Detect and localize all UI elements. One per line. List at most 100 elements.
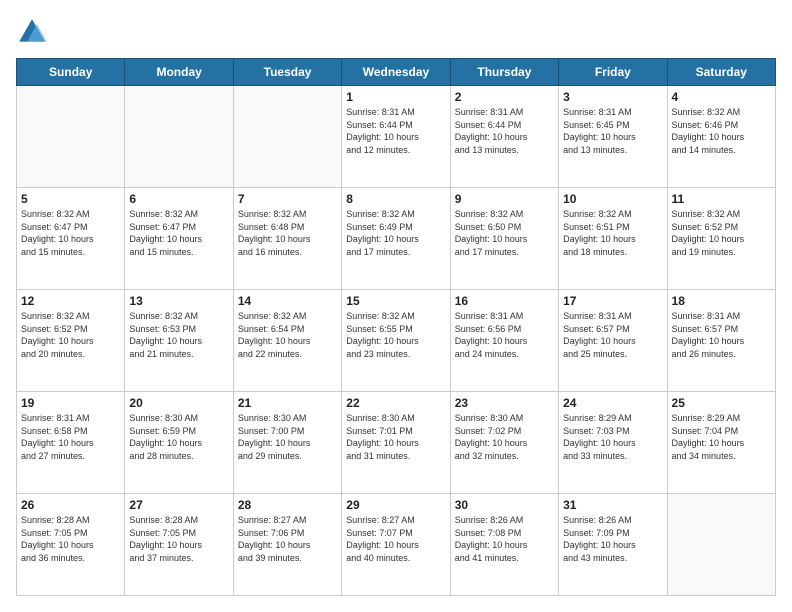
day-info: Sunrise: 8:28 AMSunset: 7:05 PMDaylight:… <box>21 514 120 564</box>
day-cell: 15 Sunrise: 8:32 AMSunset: 6:55 PMDayligh… <box>342 290 450 392</box>
day-number: 7 <box>238 192 337 206</box>
day-cell: 26 Sunrise: 8:28 AMSunset: 7:05 PMDayligh… <box>17 494 125 596</box>
weekday-header-thursday: Thursday <box>450 59 558 86</box>
day-info: Sunrise: 8:29 AMSunset: 7:04 PMDaylight:… <box>672 412 771 462</box>
week-row-1: 5 Sunrise: 8:32 AMSunset: 6:47 PMDaylight… <box>17 188 776 290</box>
day-number: 27 <box>129 498 228 512</box>
day-number: 20 <box>129 396 228 410</box>
day-cell <box>125 86 233 188</box>
day-info: Sunrise: 8:27 AMSunset: 7:06 PMDaylight:… <box>238 514 337 564</box>
day-number: 28 <box>238 498 337 512</box>
weekday-header-monday: Monday <box>125 59 233 86</box>
day-info: Sunrise: 8:30 AMSunset: 7:02 PMDaylight:… <box>455 412 554 462</box>
day-info: Sunrise: 8:28 AMSunset: 7:05 PMDaylight:… <box>129 514 228 564</box>
weekday-header-sunday: Sunday <box>17 59 125 86</box>
day-cell: 28 Sunrise: 8:27 AMSunset: 7:06 PMDayligh… <box>233 494 341 596</box>
weekday-header-row: SundayMondayTuesdayWednesdayThursdayFrid… <box>17 59 776 86</box>
day-number: 23 <box>455 396 554 410</box>
day-info: Sunrise: 8:31 AMSunset: 6:56 PMDaylight:… <box>455 310 554 360</box>
day-cell: 4 Sunrise: 8:32 AMSunset: 6:46 PMDaylight… <box>667 86 775 188</box>
day-cell: 6 Sunrise: 8:32 AMSunset: 6:47 PMDaylight… <box>125 188 233 290</box>
day-number: 4 <box>672 90 771 104</box>
day-cell: 17 Sunrise: 8:31 AMSunset: 6:57 PMDayligh… <box>559 290 667 392</box>
day-cell: 8 Sunrise: 8:32 AMSunset: 6:49 PMDaylight… <box>342 188 450 290</box>
day-cell: 31 Sunrise: 8:26 AMSunset: 7:09 PMDayligh… <box>559 494 667 596</box>
day-info: Sunrise: 8:32 AMSunset: 6:53 PMDaylight:… <box>129 310 228 360</box>
day-cell: 18Sunrise: 8:31 AMSunset: 6:57 PMDayligh… <box>667 290 775 392</box>
day-number: 10 <box>563 192 662 206</box>
day-info: Sunrise: 8:32 AMSunset: 6:48 PMDaylight:… <box>238 208 337 258</box>
day-info: Sunrise: 8:31 AMSunset: 6:58 PMDaylight:… <box>21 412 120 462</box>
day-cell: 25 Sunrise: 8:29 AMSunset: 7:04 PMDayligh… <box>667 392 775 494</box>
calendar-table: SundayMondayTuesdayWednesdayThursdayFrid… <box>16 58 776 596</box>
day-number: 17 <box>563 294 662 308</box>
day-number: 18 <box>672 294 771 308</box>
day-number: 8 <box>346 192 445 206</box>
day-cell: 1 Sunrise: 8:31 AMSunset: 6:44 PMDaylight… <box>342 86 450 188</box>
day-info: Sunrise: 8:31 AMSunset: 6:45 PMDaylight:… <box>563 106 662 156</box>
day-number: 22 <box>346 396 445 410</box>
day-info: Sunrise: 8:31 AMSunset: 6:44 PMDaylight:… <box>346 106 445 156</box>
day-info: Sunrise: 8:32 AMSunset: 6:47 PMDaylight:… <box>129 208 228 258</box>
day-number: 31 <box>563 498 662 512</box>
day-info: Sunrise: 8:32 AMSunset: 6:50 PMDaylight:… <box>455 208 554 258</box>
week-row-2: 12Sunrise: 8:32 AMSunset: 6:52 PMDayligh… <box>17 290 776 392</box>
weekday-header-saturday: Saturday <box>667 59 775 86</box>
day-number: 9 <box>455 192 554 206</box>
day-cell <box>233 86 341 188</box>
day-number: 26 <box>21 498 120 512</box>
day-number: 2 <box>455 90 554 104</box>
day-cell: 19 Sunrise: 8:31 AMSunset: 6:58 PMDayligh… <box>17 392 125 494</box>
week-row-4: 26 Sunrise: 8:28 AMSunset: 7:05 PMDayligh… <box>17 494 776 596</box>
day-number: 1 <box>346 90 445 104</box>
day-number: 6 <box>129 192 228 206</box>
day-cell: 23 Sunrise: 8:30 AMSunset: 7:02 PMDayligh… <box>450 392 558 494</box>
day-info: Sunrise: 8:32 AMSunset: 6:47 PMDaylight:… <box>21 208 120 258</box>
day-cell: 29 Sunrise: 8:27 AMSunset: 7:07 PMDayligh… <box>342 494 450 596</box>
day-cell: 10Sunrise: 8:32 AMSunset: 6:51 PMDayligh… <box>559 188 667 290</box>
day-info: Sunrise: 8:26 AMSunset: 7:08 PMDaylight:… <box>455 514 554 564</box>
day-number: 30 <box>455 498 554 512</box>
day-cell: 16 Sunrise: 8:31 AMSunset: 6:56 PMDayligh… <box>450 290 558 392</box>
day-info: Sunrise: 8:30 AMSunset: 7:01 PMDaylight:… <box>346 412 445 462</box>
day-cell: 12Sunrise: 8:32 AMSunset: 6:52 PMDayligh… <box>17 290 125 392</box>
logo-icon <box>16 16 48 48</box>
day-cell: 22 Sunrise: 8:30 AMSunset: 7:01 PMDayligh… <box>342 392 450 494</box>
day-cell <box>17 86 125 188</box>
day-cell: 7 Sunrise: 8:32 AMSunset: 6:48 PMDaylight… <box>233 188 341 290</box>
day-number: 15 <box>346 294 445 308</box>
day-number: 3 <box>563 90 662 104</box>
header <box>16 16 776 48</box>
day-info: Sunrise: 8:30 AMSunset: 7:00 PMDaylight:… <box>238 412 337 462</box>
weekday-header-friday: Friday <box>559 59 667 86</box>
day-cell: 13 Sunrise: 8:32 AMSunset: 6:53 PMDayligh… <box>125 290 233 392</box>
week-row-0: 1 Sunrise: 8:31 AMSunset: 6:44 PMDaylight… <box>17 86 776 188</box>
weekday-header-wednesday: Wednesday <box>342 59 450 86</box>
day-number: 13 <box>129 294 228 308</box>
day-info: Sunrise: 8:31 AMSunset: 6:57 PMDaylight:… <box>563 310 662 360</box>
day-number: 11 <box>672 192 771 206</box>
day-number: 19 <box>21 396 120 410</box>
day-info: Sunrise: 8:32 AMSunset: 6:52 PMDaylight:… <box>672 208 771 258</box>
day-number: 29 <box>346 498 445 512</box>
day-info: Sunrise: 8:29 AMSunset: 7:03 PMDaylight:… <box>563 412 662 462</box>
weekday-header-tuesday: Tuesday <box>233 59 341 86</box>
day-info: Sunrise: 8:27 AMSunset: 7:07 PMDaylight:… <box>346 514 445 564</box>
day-info: Sunrise: 8:32 AMSunset: 6:49 PMDaylight:… <box>346 208 445 258</box>
day-info: Sunrise: 8:31 AMSunset: 6:44 PMDaylight:… <box>455 106 554 156</box>
day-cell: 9 Sunrise: 8:32 AMSunset: 6:50 PMDaylight… <box>450 188 558 290</box>
page: SundayMondayTuesdayWednesdayThursdayFrid… <box>0 0 792 612</box>
day-info: Sunrise: 8:26 AMSunset: 7:09 PMDaylight:… <box>563 514 662 564</box>
logo <box>16 16 52 48</box>
day-info: Sunrise: 8:32 AMSunset: 6:46 PMDaylight:… <box>672 106 771 156</box>
day-number: 5 <box>21 192 120 206</box>
day-number: 24 <box>563 396 662 410</box>
day-cell: 30 Sunrise: 8:26 AMSunset: 7:08 PMDayligh… <box>450 494 558 596</box>
day-info: Sunrise: 8:32 AMSunset: 6:52 PMDaylight:… <box>21 310 120 360</box>
day-cell: 5 Sunrise: 8:32 AMSunset: 6:47 PMDaylight… <box>17 188 125 290</box>
week-row-3: 19 Sunrise: 8:31 AMSunset: 6:58 PMDayligh… <box>17 392 776 494</box>
day-info: Sunrise: 8:32 AMSunset: 6:55 PMDaylight:… <box>346 310 445 360</box>
day-cell: 3 Sunrise: 8:31 AMSunset: 6:45 PMDaylight… <box>559 86 667 188</box>
day-number: 16 <box>455 294 554 308</box>
day-number: 25 <box>672 396 771 410</box>
